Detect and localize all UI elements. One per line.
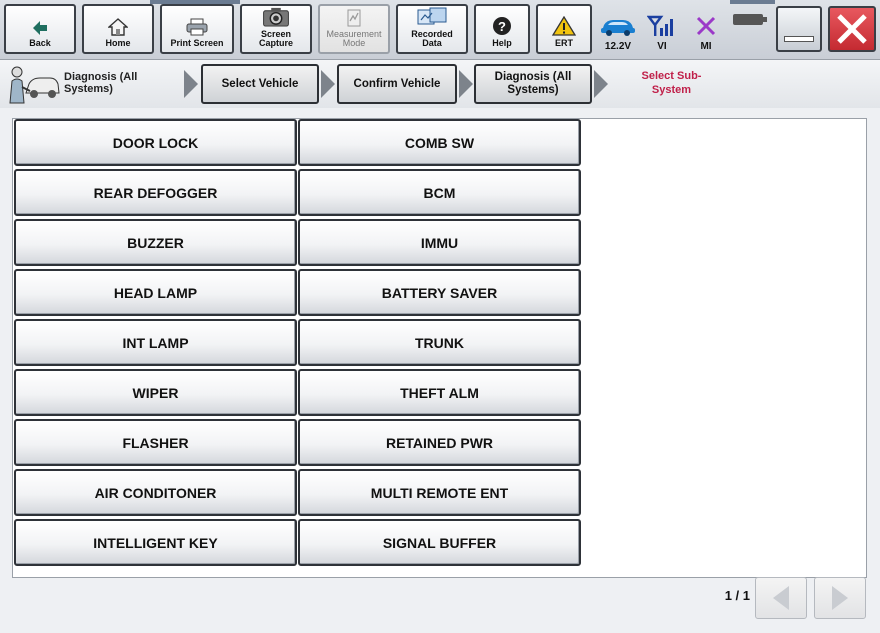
diagnosis-technician-icon [9, 66, 60, 104]
signal-icon [647, 15, 673, 36]
select-vehicle-step[interactable]: Select Vehicle [201, 64, 319, 104]
subsystem-button-multi-remote-ent[interactable]: MULTI REMOTE ENT [298, 469, 581, 516]
subsystem-button-trunk[interactable]: TRUNK [298, 319, 581, 366]
diagnosis-all-systems-step[interactable]: Diagnosis (All Systems) [474, 64, 592, 104]
breadcrumb-arrow [459, 70, 473, 98]
print-screen-button[interactable]: Print Screen [160, 4, 234, 54]
subsystem-button-wiper[interactable]: WIPER [14, 369, 297, 416]
page-indicator: 1 / 1 [724, 588, 750, 603]
help-button[interactable]: ? Help [474, 4, 530, 54]
ert-label: ERT [555, 38, 573, 48]
mi-status: MI [684, 6, 728, 52]
back-label: Back [29, 38, 51, 48]
subsystem-button-head-lamp[interactable]: HEAD LAMP [14, 269, 297, 316]
breadcrumb-root: Diagnosis (All Systems) [64, 71, 138, 95]
breadcrumb-arrow [594, 70, 608, 98]
vi-status: VI [640, 6, 684, 52]
voltage-label: 12.2V [604, 41, 632, 52]
minimize-button[interactable] [776, 6, 822, 52]
subsystem-button-immu[interactable]: IMMU [298, 219, 581, 266]
battery-status [728, 6, 772, 52]
svg-text:?: ? [498, 19, 506, 34]
printer-icon [186, 18, 208, 36]
toolbar: Back Home Print Screen Screen Capture Me… [0, 0, 880, 60]
warning-icon [552, 16, 576, 36]
ert-button[interactable]: ERT [536, 4, 592, 54]
help-label: Help [492, 38, 512, 48]
subsystem-button-comb-sw[interactable]: COMB SW [298, 119, 581, 166]
camera-icon [263, 7, 289, 27]
subsystem-button-signal-buffer[interactable]: SIGNAL BUFFER [298, 519, 581, 566]
back-arrow-icon [33, 21, 47, 35]
back-button[interactable]: Back [4, 4, 76, 54]
select-sub-system-current: Select Sub-System [641, 70, 702, 96]
subsystem-button-bcm[interactable]: BCM [298, 169, 581, 216]
print-screen-label: Print Screen [170, 38, 224, 48]
mi-disconnected-icon [696, 16, 716, 36]
subsystem-button-flasher[interactable]: FLASHER [14, 419, 297, 466]
close-icon [837, 14, 867, 44]
recorded-data-icon [417, 7, 447, 25]
confirm-vehicle-step[interactable]: Confirm Vehicle [337, 64, 457, 104]
battery-icon [733, 14, 767, 25]
subsystem-button-door-lock[interactable]: DOOR LOCK [14, 119, 297, 166]
next-arrow-icon [832, 586, 848, 610]
help-icon: ? [493, 17, 511, 35]
measurement-mode-button[interactable]: Measurement Mode [318, 4, 390, 54]
subsystem-button-retained-pwr[interactable]: RETAINED PWR [298, 419, 581, 466]
home-icon [108, 18, 128, 36]
measurement-icon [347, 9, 361, 27]
measurement-mode-label: Measurement Mode [326, 29, 382, 48]
subsystem-button-intelligent-key[interactable]: INTELLIGENT KEY [14, 519, 297, 566]
home-button[interactable]: Home [82, 4, 154, 54]
breadcrumb-arrow [321, 70, 335, 98]
car-icon [601, 20, 635, 36]
recorded-data-button[interactable]: Recorded Data [396, 4, 468, 54]
subsystem-button-rear-defogger[interactable]: REAR DEFOGGER [14, 169, 297, 216]
subsystem-button-air-conditioner[interactable]: AIR CONDITONER [14, 469, 297, 516]
subsystem-button-int-lamp[interactable]: INT LAMP [14, 319, 297, 366]
home-label: Home [105, 38, 131, 48]
recorded-data-label: Recorded Data [411, 29, 453, 48]
screen-capture-label: Screen Capture [258, 29, 293, 48]
battery-voltage-status: 12.2V [596, 6, 640, 52]
vi-label: VI [657, 41, 667, 52]
subsystem-button-battery-saver[interactable]: BATTERY SAVER [298, 269, 581, 316]
previous-arrow-icon [773, 586, 789, 610]
close-button[interactable] [828, 6, 876, 52]
screen-capture-button[interactable]: Screen Capture [240, 4, 312, 54]
previous-page-button[interactable] [755, 577, 807, 619]
title-strip [730, 0, 775, 4]
mi-label: MI [700, 41, 712, 52]
breadcrumb-arrow [184, 70, 198, 98]
subsystem-button-buzzer[interactable]: BUZZER [14, 219, 297, 266]
next-page-button[interactable] [814, 577, 866, 619]
subsystem-button-theft-alm[interactable]: THEFT ALM [298, 369, 581, 416]
minimize-icon [784, 36, 814, 42]
